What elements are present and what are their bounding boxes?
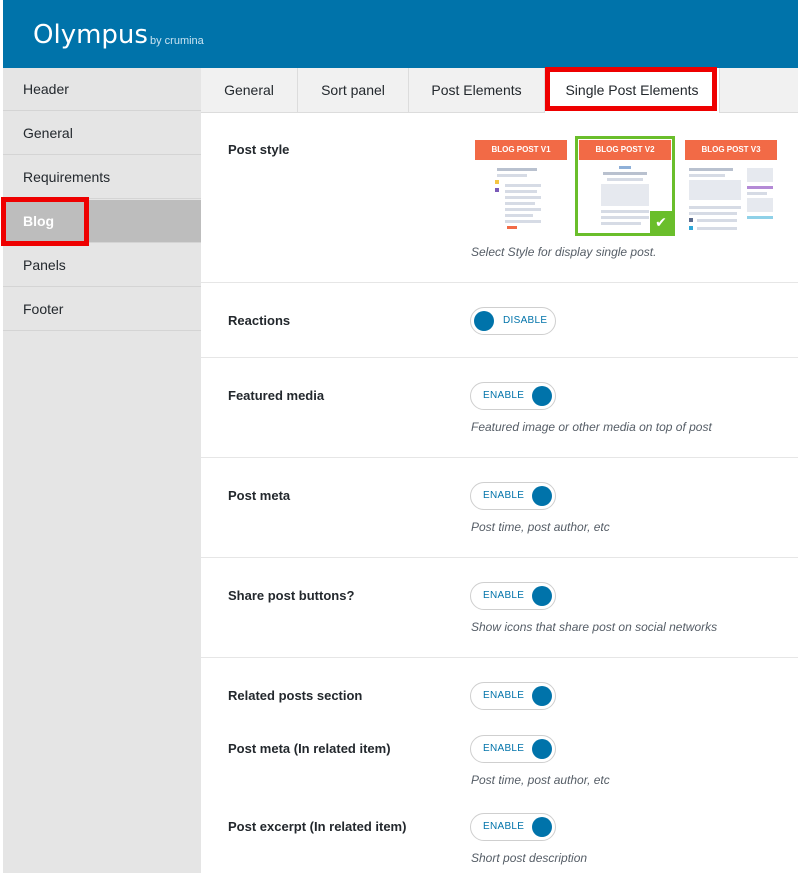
post-meta-toggle[interactable]: ENABLE [470, 482, 556, 510]
toggle-knob [532, 739, 552, 759]
sidebar: Header General Requirements Blog Panels … [3, 68, 201, 873]
sidebar-item-header[interactable]: Header [3, 68, 201, 111]
toggle-knob [474, 311, 494, 331]
sidebar-item-label: Footer [23, 301, 64, 317]
sidebar-item-label: Panels [23, 257, 66, 273]
preview-line [697, 227, 737, 230]
featured-media-label: Featured media [228, 388, 325, 403]
preview-line [697, 219, 737, 222]
preview-line [689, 168, 733, 171]
post-style-option-label: BLOG POST V1 [475, 140, 567, 160]
row-divider [201, 282, 798, 283]
preview-dot [689, 218, 693, 222]
post-meta-label: Post meta [228, 488, 291, 503]
related-meta-label: Post meta (In related item) [228, 741, 391, 756]
preview-line [747, 186, 773, 189]
related-posts-label: Related posts section [228, 688, 363, 703]
preview-line [505, 202, 535, 205]
share-buttons-description: Show icons that share post on social net… [471, 620, 718, 634]
toggle-knob [532, 586, 552, 606]
share-buttons-label: Share post buttons? [228, 588, 355, 603]
preview-dot [495, 188, 499, 192]
preview-line [689, 174, 725, 177]
toggle-knob [532, 817, 552, 837]
sidebar-item-requirements[interactable]: Requirements [3, 156, 201, 199]
featured-media-description: Featured image or other media on top of … [471, 420, 712, 434]
toggle-knob [532, 686, 552, 706]
row-divider [201, 557, 798, 558]
preview-accent [507, 226, 517, 229]
sidebar-item-panels[interactable]: Panels [3, 244, 201, 287]
brand-title: Olympus [33, 20, 148, 50]
check-icon: ✔ [650, 211, 672, 233]
related-excerpt-label: Post excerpt (In related item) [228, 819, 407, 834]
preview-line [747, 216, 773, 219]
preview-line [505, 196, 541, 199]
blog-highlight-box [1, 197, 89, 246]
app-header: Olympus by crumina [3, 0, 798, 68]
toggle-text: ENABLE [483, 743, 525, 754]
post-style-selected-frame: ✔ [575, 136, 675, 236]
sidebar-item-general[interactable]: General [3, 112, 201, 155]
tab-label: General [224, 82, 274, 98]
tab-highlight-box [545, 67, 717, 111]
preview-dot [495, 180, 499, 184]
toggle-text: ENABLE [483, 490, 525, 501]
row-divider [201, 357, 798, 358]
tab-general[interactable]: General [201, 68, 298, 112]
preview-line [505, 220, 541, 223]
sidebar-item-label: Header [23, 81, 69, 97]
toggle-text: DISABLE [503, 315, 548, 326]
post-style-description: Select Style for display single post. [471, 245, 657, 259]
reactions-toggle[interactable]: DISABLE [470, 307, 556, 335]
preview-line [497, 174, 527, 177]
row-divider [201, 657, 798, 658]
row-divider [201, 457, 798, 458]
preview-line [505, 214, 533, 217]
toggle-knob [532, 386, 552, 406]
preview-dot [689, 226, 693, 230]
tab-label: Sort panel [321, 82, 385, 98]
preview-line [505, 190, 537, 193]
related-posts-toggle[interactable]: ENABLE [470, 682, 556, 710]
toggle-text: ENABLE [483, 390, 525, 401]
preview-line [747, 192, 767, 195]
share-buttons-toggle[interactable]: ENABLE [470, 582, 556, 610]
preview-line [689, 206, 741, 209]
preview-line [505, 184, 541, 187]
preview-line [689, 212, 737, 215]
reactions-label: Reactions [228, 313, 291, 328]
sidebar-item-label: General [23, 125, 73, 141]
tab-label: Post Elements [431, 82, 522, 98]
preview-line [497, 168, 537, 171]
sidebar-item-footer[interactable]: Footer [3, 288, 201, 331]
tab-post-elements[interactable]: Post Elements [409, 68, 545, 112]
brand-byline: by crumina [150, 35, 204, 47]
toggle-text: ENABLE [483, 821, 525, 832]
sidebar-item-label: Requirements [23, 169, 111, 185]
preview-sidebar-block [747, 168, 773, 182]
tab-sort-panel[interactable]: Sort panel [298, 68, 409, 112]
toggle-knob [532, 486, 552, 506]
post-meta-description: Post time, post author, etc [471, 520, 610, 534]
post-style-label: Post style [228, 142, 290, 157]
post-style-option-v1[interactable]: BLOG POST V1 [475, 140, 567, 236]
post-style-option-label: BLOG POST V3 [685, 140, 777, 160]
related-meta-description: Post time, post author, etc [471, 773, 610, 787]
related-excerpt-toggle[interactable]: ENABLE [470, 813, 556, 841]
related-meta-toggle[interactable]: ENABLE [470, 735, 556, 763]
preview-line [505, 208, 541, 211]
toggle-text: ENABLE [483, 690, 525, 701]
post-style-option-v3[interactable]: BLOG POST V3 [685, 140, 777, 236]
featured-media-toggle[interactable]: ENABLE [470, 382, 556, 410]
toggle-text: ENABLE [483, 590, 525, 601]
preview-sidebar-block [747, 198, 773, 212]
preview-image [689, 180, 741, 200]
related-excerpt-description: Short post description [471, 851, 588, 865]
